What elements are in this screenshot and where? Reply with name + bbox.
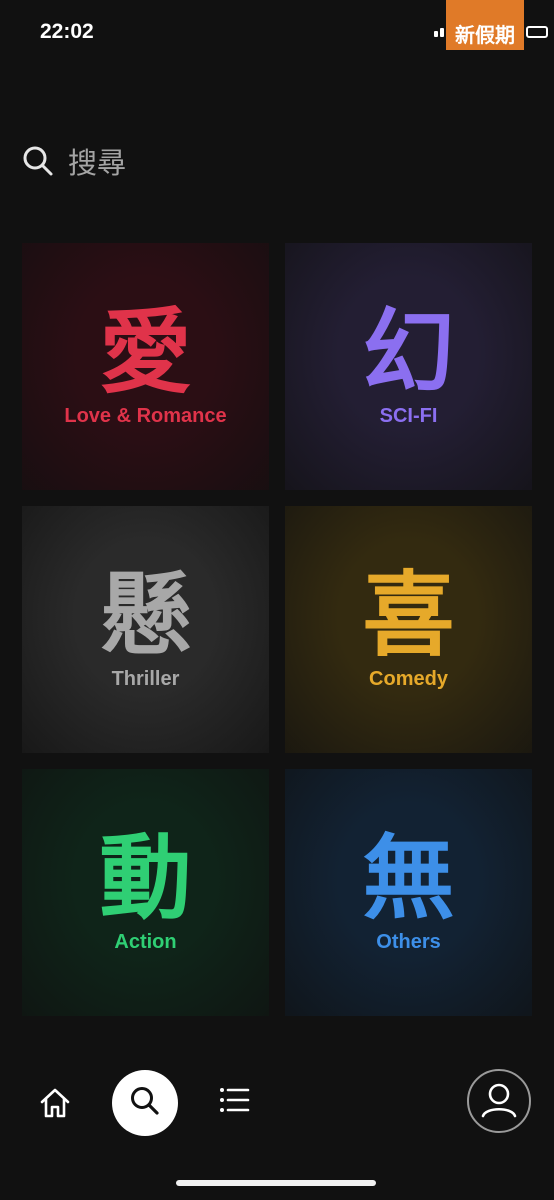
search-label: 搜尋 [68, 146, 127, 180]
category-glyph: 無 [362, 825, 455, 932]
category-label: SCI-FI [379, 405, 438, 427]
bottom-nav [0, 1060, 554, 1150]
category-label: Love & Romance [64, 405, 227, 427]
signal-icon [434, 28, 444, 37]
category-tile-others[interactable]: 無 Others [285, 769, 532, 1016]
watermark-logo: 新假期 [446, 0, 524, 50]
category-tile-love[interactable]: 愛 Love & Romance [22, 243, 269, 490]
category-glyph: 幻 [362, 299, 455, 406]
category-label: Action [114, 931, 177, 953]
category-tile-comedy[interactable]: 喜 Comedy [285, 506, 532, 753]
category-glyph: 動 [99, 825, 192, 932]
search-icon [129, 1085, 161, 1121]
search-bar[interactable]: 搜尋 [22, 140, 126, 182]
category-label: Others [376, 931, 441, 953]
list-button[interactable] [214, 1082, 254, 1122]
home-icon [38, 1086, 72, 1124]
search-nav-button[interactable] [112, 1070, 178, 1136]
category-glyph: 喜 [362, 562, 455, 669]
home-button[interactable] [34, 1084, 76, 1126]
search-icon [22, 145, 54, 177]
category-glyph: 懸 [99, 562, 192, 669]
category-glyph: 愛 [99, 299, 192, 406]
status-time: 22:02 [40, 20, 94, 43]
profile-icon [466, 1068, 532, 1138]
list-icon [218, 1085, 250, 1119]
battery-icon [526, 26, 548, 38]
category-tile-scifi[interactable]: 幻 SCI-FI [285, 243, 532, 490]
category-label: Comedy [369, 668, 448, 690]
status-bar: 22:02 新假期 [0, 0, 554, 70]
category-tile-action[interactable]: 動 Action [22, 769, 269, 1016]
profile-button[interactable] [466, 1068, 532, 1138]
category-tile-thriller[interactable]: 懸 Thriller [22, 506, 269, 753]
category-label: Thriller [111, 668, 180, 690]
home-indicator[interactable] [176, 1180, 376, 1186]
